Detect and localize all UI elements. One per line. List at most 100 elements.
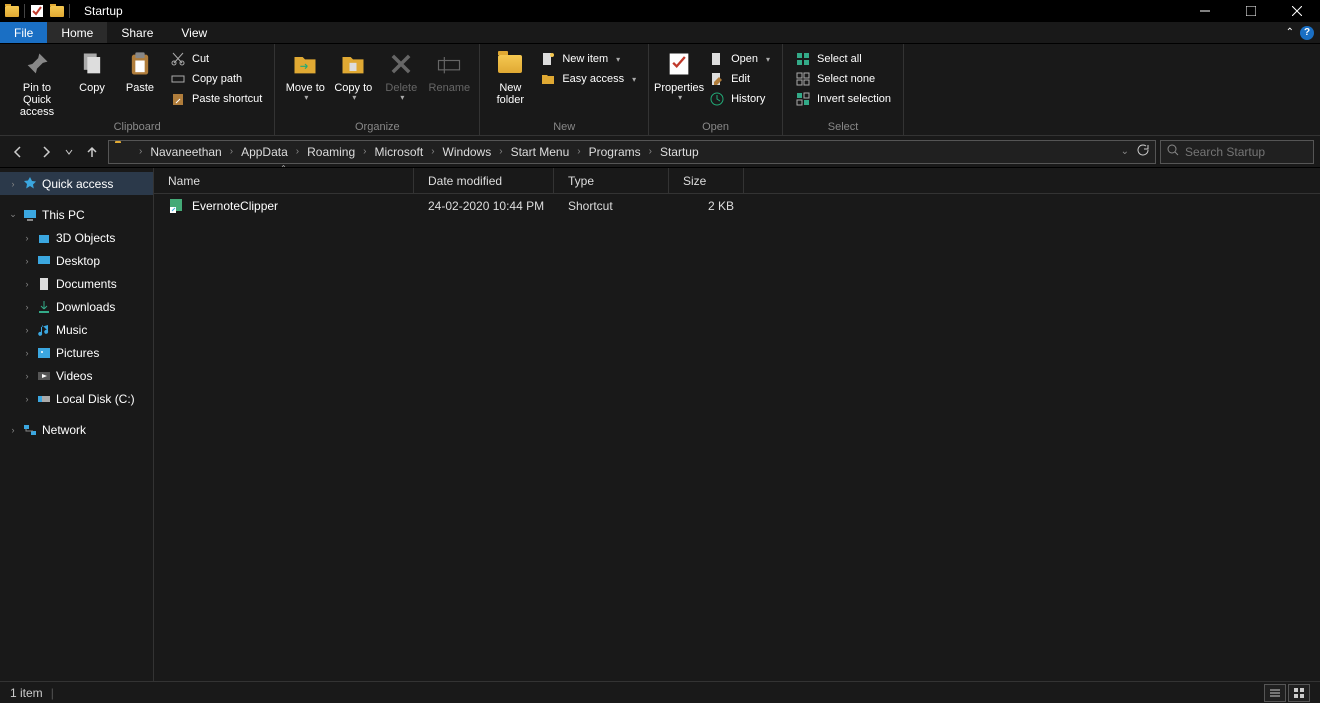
crumb[interactable]: Programs — [583, 145, 647, 159]
selectnone-button[interactable]: Select none — [791, 70, 895, 88]
easyaccess-button[interactable]: Easy access▾ — [536, 70, 640, 88]
window-title: Startup — [74, 4, 123, 18]
tree-network[interactable]: › Network — [0, 418, 153, 441]
col-name[interactable]: Name⌃ — [154, 168, 414, 193]
crumb[interactable]: Start Menu — [505, 145, 576, 159]
copy-button[interactable]: Copy — [68, 46, 116, 94]
crumb[interactable]: AppData — [235, 145, 294, 159]
crumb[interactable]: Startup — [654, 145, 705, 159]
col-date[interactable]: Date modified — [414, 168, 554, 193]
tree-item[interactable]: ›Videos — [0, 364, 153, 387]
minimize-button[interactable] — [1182, 0, 1228, 22]
rename-button[interactable]: Rename — [425, 46, 473, 94]
edit-button[interactable]: Edit — [705, 70, 774, 88]
chevron-right-icon[interactable]: › — [8, 425, 18, 435]
chevron-right-icon[interactable]: › — [575, 146, 582, 157]
scissors-icon — [170, 51, 186, 67]
edit-icon — [709, 71, 725, 87]
chevron-right-icon[interactable]: › — [228, 146, 235, 157]
address-dropdown-button[interactable]: ⌄ — [1121, 146, 1129, 157]
separator — [69, 4, 70, 18]
back-button[interactable] — [6, 140, 30, 164]
selectall-button[interactable]: Select all — [791, 50, 895, 68]
recent-button[interactable] — [62, 140, 76, 164]
refresh-button[interactable] — [1135, 143, 1149, 160]
chevron-right-icon[interactable]: › — [361, 146, 368, 157]
crumb[interactable]: Microsoft — [369, 145, 430, 159]
cut-button[interactable]: Cut — [166, 50, 266, 68]
tree-item[interactable]: ›Desktop — [0, 249, 153, 272]
delete-button[interactable]: Delete▾ — [377, 46, 425, 103]
table-row[interactable]: EvernoteClipper 24-02-2020 10:44 PM Shor… — [154, 194, 1320, 218]
col-size[interactable]: Size — [669, 168, 744, 193]
chevron-right-icon[interactable]: › — [22, 348, 32, 358]
tree-this-pc[interactable]: ⌄ This PC — [0, 203, 153, 226]
objects-icon — [36, 230, 52, 246]
tree-item[interactable]: ›Documents — [0, 272, 153, 295]
copypath-button[interactable]: Copy path — [166, 70, 266, 88]
tab-view[interactable]: View — [167, 22, 221, 43]
copyto-button[interactable]: Copy to▾ — [329, 46, 377, 103]
tree-quick-access[interactable]: › Quick access — [0, 172, 153, 195]
properties-button[interactable]: Properties▾ — [655, 46, 703, 103]
folder-qat-icon[interactable] — [49, 3, 65, 19]
tree-item[interactable]: ›Music — [0, 318, 153, 341]
tree-item[interactable]: ›3D Objects — [0, 226, 153, 249]
details-view-button[interactable] — [1264, 684, 1286, 702]
easyaccess-icon — [540, 71, 556, 87]
tree-item[interactable]: ›Local Disk (C:) — [0, 387, 153, 410]
open-button[interactable]: Open▾ — [705, 50, 774, 68]
chevron-right-icon[interactable]: › — [22, 371, 32, 381]
copy-label: Copy — [79, 82, 105, 94]
column-headers: Name⌃ Date modified Type Size — [154, 168, 1320, 194]
chevron-right-icon[interactable]: › — [137, 146, 144, 157]
search-input[interactable] — [1185, 145, 1307, 159]
up-button[interactable] — [80, 140, 104, 164]
properties-qat-icon[interactable] — [29, 3, 45, 19]
search-box[interactable] — [1160, 140, 1314, 164]
chevron-down-icon[interactable]: ⌄ — [8, 209, 18, 220]
invert-icon — [795, 91, 811, 107]
chevron-right-icon[interactable]: › — [647, 146, 654, 157]
tab-share[interactable]: Share — [107, 22, 167, 43]
thumbnails-view-button[interactable] — [1288, 684, 1310, 702]
tab-home[interactable]: Home — [47, 22, 107, 43]
tree-item[interactable]: ›Pictures — [0, 341, 153, 364]
tree-item[interactable]: ›Downloads — [0, 295, 153, 318]
forward-button[interactable] — [34, 140, 58, 164]
ribbon-group-clipboard: Pin to Quick access Copy Paste Cut Copy … — [0, 44, 275, 135]
network-icon — [22, 422, 38, 438]
maximize-button[interactable] — [1228, 0, 1274, 22]
col-type[interactable]: Type — [554, 168, 669, 193]
chevron-right-icon[interactable]: › — [429, 146, 436, 157]
paste-button[interactable]: Paste — [116, 46, 164, 94]
invertselection-button[interactable]: Invert selection — [791, 90, 895, 108]
history-button[interactable]: History — [705, 90, 774, 108]
pin-label: Pin to Quick access — [8, 82, 66, 118]
close-button[interactable] — [1274, 0, 1320, 22]
crumb[interactable]: Navaneethan — [144, 145, 227, 159]
chevron-right-icon[interactable]: › — [22, 325, 32, 335]
pin-quickaccess-button[interactable]: Pin to Quick access — [6, 46, 68, 118]
chevron-right-icon[interactable]: › — [22, 279, 32, 289]
chevron-right-icon[interactable]: › — [22, 394, 32, 404]
ribbon-group-open: Properties▾ Open▾ Edit History Open — [649, 44, 783, 135]
crumb[interactable]: Roaming — [301, 145, 361, 159]
tab-file[interactable]: File — [0, 22, 47, 43]
nav-tree: › Quick access ⌄ This PC ›3D Objects ›De… — [0, 168, 154, 681]
documents-icon — [36, 276, 52, 292]
chevron-right-icon[interactable]: › — [497, 146, 504, 157]
crumb[interactable]: Windows — [437, 145, 498, 159]
chevron-right-icon[interactable]: › — [22, 233, 32, 243]
collapse-ribbon-button[interactable]: ⌃ — [1286, 27, 1294, 38]
chevron-right-icon[interactable]: › — [8, 179, 18, 189]
moveto-button[interactable]: Move to▾ — [281, 46, 329, 103]
newfolder-button[interactable]: New folder — [486, 46, 534, 106]
address-bar[interactable]: › Navaneethan› AppData› Roaming› Microso… — [108, 140, 1156, 164]
newitem-button[interactable]: New item▾ — [536, 50, 640, 68]
help-icon[interactable]: ? — [1300, 26, 1314, 40]
chevron-right-icon[interactable]: › — [22, 256, 32, 266]
chevron-right-icon[interactable]: › — [22, 302, 32, 312]
pasteshortcut-button[interactable]: Paste shortcut — [166, 90, 266, 108]
chevron-right-icon[interactable]: › — [294, 146, 301, 157]
